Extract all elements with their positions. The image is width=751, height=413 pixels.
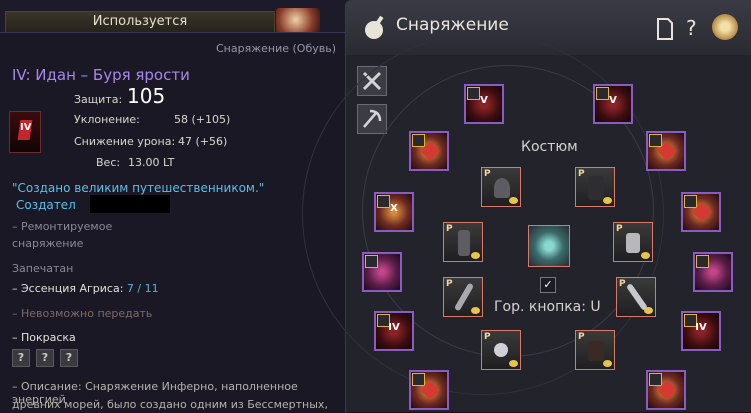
dye-slot-3: ?	[60, 349, 78, 367]
costume-slot-boots[interactable]: P	[575, 330, 615, 370]
dye-slot-2: ?	[36, 349, 54, 367]
costume-slot-hat[interactable]: P	[481, 167, 521, 207]
slot-shoes[interactable]: IV	[681, 311, 721, 351]
slot-armor[interactable]: V	[593, 84, 633, 124]
dye-label: – Покраска	[12, 331, 76, 344]
hotkey-checkbox[interactable]: ✓	[540, 277, 556, 293]
hotkey-label: Гор. кнопка: U	[494, 299, 601, 315]
item-icon-grade: IV	[20, 122, 32, 133]
equipment-window-icon	[365, 15, 384, 39]
tooltip-body: Снаряжение (Обувь) IV: Идан – Буря ярост…	[0, 32, 347, 413]
equipment-window: Снаряжение ? V V X IV IV Костюм P P P P …	[302, 0, 751, 412]
slot-earring-2[interactable]	[646, 370, 686, 410]
pearl-shop-icon[interactable]	[710, 12, 740, 42]
costume-slot-offhand[interactable]: P	[616, 277, 656, 317]
defense-label: Защита:	[74, 93, 123, 106]
slot-helmet[interactable]: V	[464, 84, 504, 124]
in-use-banner: Используется	[5, 11, 275, 33]
slot-belt[interactable]	[409, 370, 449, 410]
costume-slot-accessory[interactable]: P	[481, 330, 521, 370]
costume-label: Костюм	[521, 139, 578, 155]
repairable-line1: – Ремонтируемое	[12, 220, 113, 233]
slot-ring-1[interactable]	[646, 131, 686, 171]
weight-value: 13.00 LT	[128, 156, 175, 169]
slot-ring-2[interactable]: X	[374, 192, 414, 232]
no-transfer: – Невозможно передать	[12, 307, 153, 320]
damage-reduction-label: Снижение урона:	[74, 135, 176, 148]
slot-necklace[interactable]	[409, 131, 449, 171]
dye-slot-1: ?	[12, 349, 30, 367]
equipment-title: Снаряжение	[396, 15, 509, 35]
costume-slot-legs[interactable]: P	[443, 222, 483, 262]
slot-offhand[interactable]	[693, 252, 733, 292]
description-line2: древних морей, было создано одним из Бес…	[12, 398, 328, 411]
essence-row: – Эссенция Агриса: 7 / 11	[12, 282, 159, 295]
creator-label: Создател	[16, 198, 76, 212]
essence-label: – Эссенция Агриса:	[12, 282, 124, 295]
item-tooltip: Используется Снаряжение (Обувь) IV: Идан…	[0, 0, 350, 413]
costume-slot-center[interactable]	[528, 225, 570, 267]
defense-value: 105	[127, 84, 166, 108]
item-icon: IV	[9, 111, 41, 153]
document-icon[interactable]	[656, 18, 674, 40]
item-category: Снаряжение (Обувь)	[216, 42, 336, 55]
damage-reduction-value: 47 (+56)	[178, 135, 228, 148]
costume-slot-weapon[interactable]: P	[443, 277, 483, 317]
slot-gloves[interactable]: IV	[374, 311, 414, 351]
costume-slot-gloves[interactable]: P	[613, 222, 653, 262]
slot-mainhand[interactable]	[362, 252, 402, 292]
evasion-label: Уклонение:	[74, 113, 140, 126]
creator-name-redacted	[90, 195, 170, 213]
essence-value: 7 / 11	[126, 282, 159, 295]
sealed-status: Запечатан	[12, 262, 74, 275]
repairable-line2: снаряжение	[12, 237, 84, 250]
evasion-value: 58 (+105)	[174, 113, 231, 126]
compare-item-icon[interactable]	[276, 8, 320, 34]
weight-label: Вес:	[96, 156, 121, 169]
slot-earring[interactable]	[681, 192, 721, 232]
help-button[interactable]: ?	[686, 16, 697, 40]
item-quote: "Создано великим путешественником."	[12, 181, 265, 195]
item-name: IV: Идан – Буря ярости	[12, 66, 190, 84]
costume-slot-outfit[interactable]: P	[575, 167, 615, 207]
